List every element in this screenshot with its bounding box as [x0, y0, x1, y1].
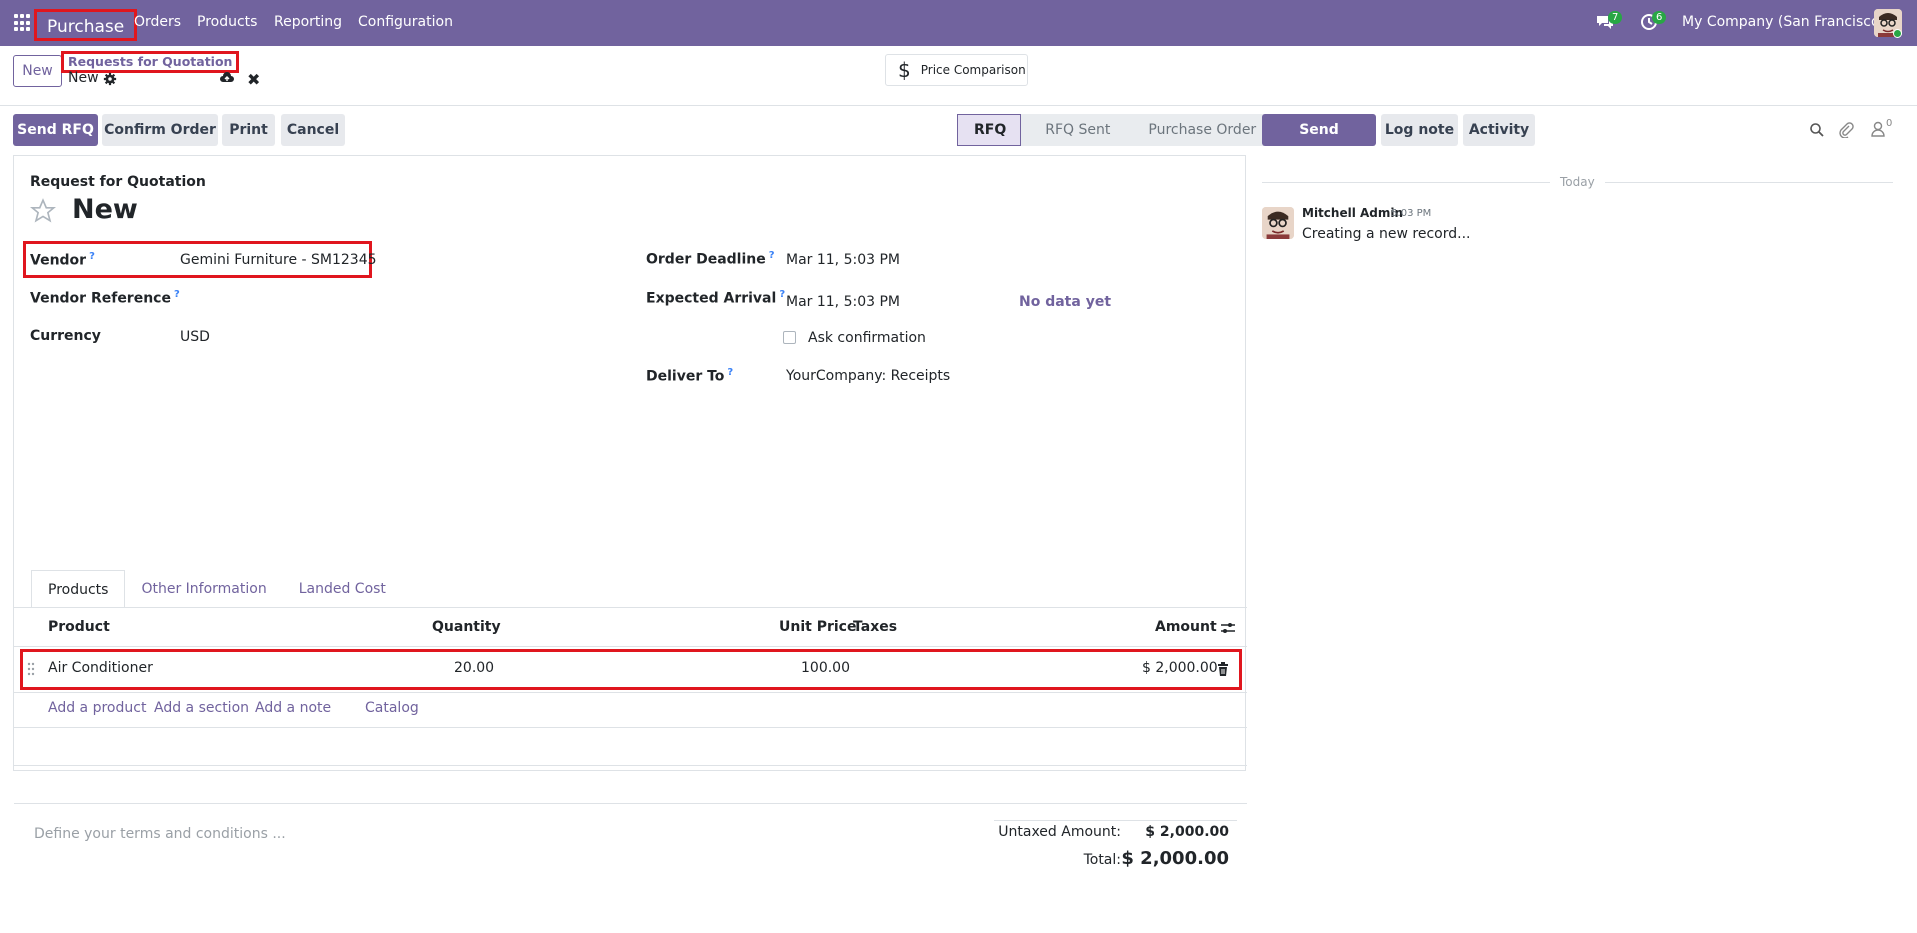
- app-menu-grid-icon[interactable]: [14, 14, 32, 32]
- message-body: Creating a new record...: [1302, 226, 1471, 242]
- row-quantity[interactable]: 20.00: [454, 660, 494, 676]
- menu-configuration[interactable]: Configuration: [358, 14, 453, 30]
- totals-divider: [994, 820, 1237, 821]
- vendor-field[interactable]: Gemini Furniture - SM12345: [180, 252, 377, 268]
- date-separator: Today: [1262, 175, 1893, 189]
- product-row-highlight: [20, 649, 1242, 690]
- row-product[interactable]: Air Conditioner: [48, 660, 153, 676]
- optional-columns-icon[interactable]: [1220, 621, 1236, 635]
- new-button[interactable]: New: [13, 55, 62, 87]
- deliver-to-label: Deliver To?: [646, 367, 734, 385]
- messages-count-badge: 7: [1608, 11, 1623, 24]
- dollar-icon: $: [898, 58, 911, 82]
- top-navbar: Purchase Orders Products Reporting Confi…: [0, 0, 1917, 46]
- tabs-divider: [14, 607, 1247, 608]
- row-unit-price[interactable]: 100.00: [801, 660, 850, 676]
- menu-reporting[interactable]: Reporting: [274, 14, 342, 30]
- app-brand[interactable]: Purchase: [34, 9, 138, 41]
- column-unit-price[interactable]: Unit Price: [779, 619, 856, 635]
- control-panel: New Requests for Quotation New ✖ $ Price…: [0, 46, 1917, 106]
- trash-icon[interactable]: [1217, 662, 1229, 676]
- expected-arrival-field[interactable]: Mar 11, 5:03 PM: [786, 294, 900, 310]
- status-rfq-sent[interactable]: RFQ Sent: [1021, 114, 1125, 146]
- vendor-label: Vendor?: [30, 251, 95, 269]
- company-switcher[interactable]: My Company (San Francisco): [1682, 14, 1885, 30]
- cancel-button[interactable]: Cancel: [281, 114, 345, 146]
- menu-orders[interactable]: Orders: [134, 14, 181, 30]
- expected-arrival-label: Expected Arrival?: [646, 289, 786, 307]
- row-amount: $ 2,000.00: [1142, 660, 1218, 676]
- save-cloud-icon[interactable]: [219, 70, 235, 86]
- print-button[interactable]: Print: [222, 114, 275, 146]
- column-taxes[interactable]: Taxes: [853, 619, 897, 635]
- discard-close-icon[interactable]: ✖: [247, 70, 260, 89]
- tab-other-information[interactable]: Other Information: [125, 570, 282, 608]
- price-comparison-label: Price Comparison: [920, 63, 1026, 77]
- vendor-reference-label: Vendor Reference?: [30, 289, 180, 307]
- star-icon[interactable]: [30, 198, 56, 224]
- row-divider: [14, 692, 1247, 693]
- empty-row-divider-1: [14, 727, 1247, 728]
- total-value: $ 2,000.00: [1121, 848, 1229, 869]
- search-icon[interactable]: [1809, 122, 1825, 138]
- catalog-link[interactable]: Catalog: [365, 700, 419, 716]
- send-rfq-button[interactable]: Send RFQ: [13, 114, 98, 146]
- message-author-avatar[interactable]: [1262, 207, 1294, 239]
- record-name: New: [72, 194, 138, 225]
- column-quantity[interactable]: Quantity: [432, 619, 501, 635]
- no-data-yet-text: No data yet: [1019, 294, 1112, 310]
- ask-confirmation-label: Ask confirmation: [808, 330, 926, 346]
- status-bar: RFQ RFQ Sent Purchase Order: [957, 114, 1273, 146]
- log-note-button[interactable]: Log note: [1381, 114, 1458, 146]
- empty-row-divider-3: [14, 803, 1247, 804]
- today-label: Today: [1560, 175, 1595, 189]
- column-product[interactable]: Product: [48, 619, 110, 635]
- currency-label: Currency: [30, 328, 101, 344]
- activity-button[interactable]: Activity: [1463, 114, 1535, 146]
- header-divider: [14, 646, 1247, 647]
- total-label: Total:: [1083, 852, 1121, 868]
- tab-landed-cost[interactable]: Landed Cost: [283, 570, 402, 608]
- price-comparison-button[interactable]: $ Price Comparison: [885, 54, 1028, 86]
- activities-count-badge: 6: [1652, 11, 1667, 24]
- message-time: 5:03 PM: [1391, 208, 1432, 219]
- gear-icon[interactable]: [103, 72, 117, 86]
- confirm-order-button[interactable]: Confirm Order: [102, 114, 218, 146]
- paperclip-icon[interactable]: [1838, 121, 1854, 138]
- followers-count: 0: [1886, 118, 1893, 129]
- followers-user-icon[interactable]: [1871, 121, 1885, 137]
- drag-handle-icon[interactable]: [27, 662, 35, 676]
- ask-confirmation-checkbox[interactable]: [783, 331, 796, 344]
- message-author[interactable]: Mitchell Admin: [1302, 206, 1403, 220]
- separator-line-right: [1605, 182, 1893, 183]
- currency-field[interactable]: USD: [180, 329, 210, 345]
- add-product-link[interactable]: Add a product: [48, 700, 146, 716]
- form-sheet: Request for Quotation New Vendor? Gemini…: [13, 155, 1247, 869]
- deliver-to-field[interactable]: YourCompany: Receipts: [786, 368, 950, 384]
- document-type: Request for Quotation: [30, 174, 206, 190]
- empty-row-divider-2: [14, 765, 1247, 766]
- notebook-tabs: Products Other Information Landed Cost: [31, 570, 402, 608]
- separator-line-left: [1262, 182, 1550, 183]
- menu-products[interactable]: Products: [197, 14, 257, 30]
- add-note-link[interactable]: Add a note: [255, 700, 331, 716]
- online-status-dot: [1893, 29, 1902, 38]
- order-deadline-field[interactable]: Mar 11, 5:03 PM: [786, 252, 900, 268]
- untaxed-amount-label: Untaxed Amount:: [998, 824, 1121, 840]
- untaxed-amount-value: $ 2,000.00: [1145, 824, 1229, 840]
- tab-products[interactable]: Products: [31, 570, 126, 608]
- terms-conditions-input[interactable]: Define your terms and conditions ...: [34, 826, 286, 842]
- order-deadline-label: Order Deadline?: [646, 250, 775, 268]
- vendor-reference-field[interactable]: [180, 288, 510, 310]
- column-amount[interactable]: Amount: [1155, 619, 1217, 635]
- send-message-button[interactable]: Send message: [1262, 114, 1376, 170]
- status-rfq[interactable]: RFQ: [957, 114, 1022, 146]
- breadcrumb-current: New: [68, 70, 99, 86]
- status-purchase-order[interactable]: Purchase Order: [1124, 114, 1273, 146]
- add-section-link[interactable]: Add a section: [154, 700, 249, 716]
